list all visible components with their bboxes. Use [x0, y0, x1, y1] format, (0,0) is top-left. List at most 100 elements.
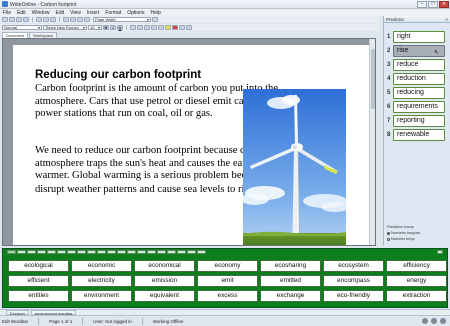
- prediction-item[interactable]: 1 right: [387, 30, 447, 43]
- style-select[interactable]: Normal: [2, 25, 42, 30]
- paste-icon[interactable]: [50, 17, 56, 22]
- wordbar-word[interactable]: equivalent: [134, 290, 195, 302]
- wordbar-tab[interactable]: [137, 250, 146, 254]
- prediction-word[interactable]: requirements: [393, 100, 445, 113]
- speak-icon[interactable]: [77, 17, 83, 22]
- wordbar-tab[interactable]: [157, 250, 166, 254]
- wordbar-tab[interactable]: [67, 250, 76, 254]
- settings-icon[interactable]: [431, 318, 437, 324]
- wordbar-tab[interactable]: [167, 250, 176, 254]
- wordbar-word[interactable]: entities: [8, 290, 69, 302]
- new-icon[interactable]: [2, 17, 8, 22]
- size-select[interactable]: 16: [88, 25, 102, 30]
- open-icon[interactable]: [9, 17, 15, 22]
- font-color-icon[interactable]: [172, 25, 178, 30]
- wordbar-word[interactable]: energy: [386, 275, 447, 287]
- radio-selected-icon[interactable]: [387, 231, 390, 235]
- cut-icon[interactable]: [36, 17, 42, 22]
- numbering-icon[interactable]: [158, 25, 164, 30]
- prediction-word[interactable]: reduce: [393, 58, 445, 71]
- wordbar-word[interactable]: exchange: [260, 290, 321, 302]
- font-select[interactable]: Times New Roman: [43, 25, 87, 30]
- print-icon[interactable]: [23, 17, 29, 22]
- align-right-icon[interactable]: [144, 25, 150, 30]
- wordbar-word[interactable]: ecological: [8, 260, 69, 272]
- menu-edit-2[interactable]: Edit: [55, 10, 64, 16]
- close-icon[interactable]: ×: [445, 16, 448, 23]
- wordbar-tab[interactable]: [147, 250, 156, 254]
- prediction-word[interactable]: renewable: [393, 128, 445, 141]
- wordbar-word[interactable]: economical: [134, 260, 195, 272]
- wordbar-tab[interactable]: [97, 250, 106, 254]
- scrollbar-thumb[interactable]: [371, 49, 375, 109]
- wordbar-word[interactable]: excess: [197, 290, 258, 302]
- wordbar-tab[interactable]: [117, 250, 126, 254]
- wordbar-tab[interactable]: [87, 250, 96, 254]
- wordbar-tab[interactable]: [17, 250, 26, 254]
- prediction-word[interactable]: reduction: [393, 72, 445, 85]
- prediction-item[interactable]: 4 reduction: [387, 72, 447, 85]
- wordbar-tab[interactable]: [187, 250, 196, 254]
- wordbar-tab[interactable]: [47, 250, 56, 254]
- wordbar-word[interactable]: economy: [197, 260, 258, 272]
- focus-number-keys-option[interactable]: Number keys: [387, 236, 420, 242]
- power-icon[interactable]: [440, 318, 446, 324]
- align-left-icon[interactable]: [130, 25, 136, 30]
- prediction-word[interactable]: right: [393, 30, 445, 43]
- prediction-item[interactable]: 7 reporting: [387, 114, 447, 127]
- wordbar-handle[interactable]: [437, 250, 443, 254]
- menu-options[interactable]: Options: [127, 10, 144, 16]
- insert-picture-icon[interactable]: [179, 25, 185, 30]
- bullets-icon[interactable]: [151, 25, 157, 30]
- highlight-icon[interactable]: [165, 25, 171, 30]
- speech-icon[interactable]: [422, 318, 428, 324]
- wordbar-tab[interactable]: [127, 250, 136, 254]
- prediction-item[interactable]: 8 renewable: [387, 128, 447, 141]
- maximize-button[interactable]: □: [428, 1, 438, 8]
- minimize-button[interactable]: –: [417, 1, 427, 8]
- italic-button[interactable]: I: [110, 25, 116, 30]
- prediction-item-selected[interactable]: 2 rise ↖: [387, 44, 447, 57]
- wordbar-word[interactable]: emission: [134, 275, 195, 287]
- close-button[interactable]: ✕: [439, 1, 449, 8]
- underline-button[interactable]: U: [117, 25, 123, 30]
- wordbar-word[interactable]: emitted: [260, 275, 321, 287]
- menu-format[interactable]: Format: [105, 10, 121, 16]
- menu-edit[interactable]: Edit: [17, 10, 26, 16]
- prediction-item[interactable]: 3 reduce: [387, 58, 447, 71]
- menu-file[interactable]: File: [3, 10, 11, 16]
- wordbar-tab[interactable]: [107, 250, 116, 254]
- zoom-select[interactable]: Page Width: [93, 17, 151, 22]
- vertical-scrollbar[interactable]: [369, 39, 375, 245]
- wordbar-tab[interactable]: [37, 250, 46, 254]
- save-icon[interactable]: [16, 17, 22, 22]
- document-page[interactable]: Reducing our carbon footprint Carbon foo…: [13, 45, 369, 245]
- undo-icon[interactable]: [63, 17, 69, 22]
- prediction-word[interactable]: reducing: [393, 86, 445, 99]
- wordbar-word[interactable]: ecosharing: [260, 260, 321, 272]
- align-center-icon[interactable]: [137, 25, 143, 30]
- wordbar-word[interactable]: efficiency: [386, 260, 447, 272]
- menu-help[interactable]: Help: [150, 10, 160, 16]
- insert-table-icon[interactable]: [186, 25, 192, 30]
- wordbar-word[interactable]: emit: [197, 275, 258, 287]
- prediction-item[interactable]: 6 requirements: [387, 100, 447, 113]
- wordbar-tab[interactable]: [27, 250, 36, 254]
- spellcheck-icon[interactable]: [84, 17, 90, 22]
- redo-icon[interactable]: [70, 17, 76, 22]
- bold-button[interactable]: B: [103, 25, 109, 30]
- edit-wordbar-button[interactable]: Edit Wordbar: [2, 319, 28, 324]
- wordbar-tab[interactable]: [57, 250, 66, 254]
- menu-insert[interactable]: Insert: [87, 10, 100, 16]
- wordbar-word[interactable]: extraction: [386, 290, 447, 302]
- wordbar-word[interactable]: encompass: [323, 275, 384, 287]
- prediction-word[interactable]: rise ↖: [393, 44, 445, 57]
- radio-icon[interactable]: [387, 237, 390, 241]
- wordbar-tab[interactable]: [177, 250, 186, 254]
- wordbar-word[interactable]: eco-friendly: [323, 290, 384, 302]
- prediction-word[interactable]: reporting: [393, 114, 445, 127]
- copy-icon[interactable]: [43, 17, 49, 22]
- wordbar-tab[interactable]: [7, 250, 16, 254]
- prediction-item[interactable]: 5 reducing: [387, 86, 447, 99]
- menu-view[interactable]: View: [70, 10, 81, 16]
